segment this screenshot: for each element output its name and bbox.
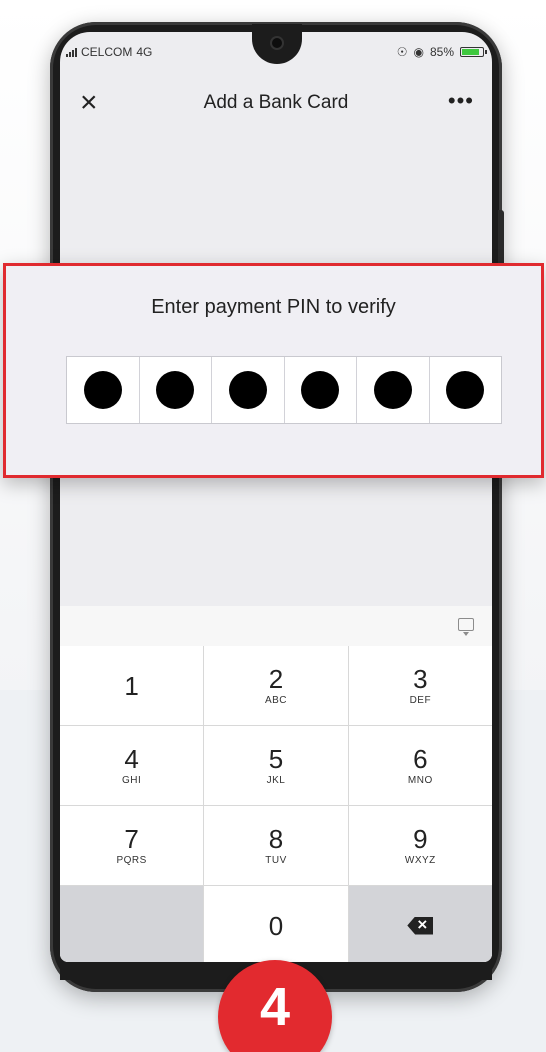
battery-percent: 85%	[429, 45, 454, 59]
key-2[interactable]: 2 ABC	[204, 646, 348, 725]
pin-verification-card: Enter payment PIN to verify	[3, 263, 544, 478]
key-1[interactable]: 1	[60, 646, 204, 725]
signal-bars-icon	[66, 47, 77, 57]
carrier-name: CELCOM	[81, 45, 133, 59]
key-6[interactable]: 6 MNO	[348, 726, 492, 805]
backspace-button[interactable]	[348, 886, 492, 962]
backspace-icon	[407, 916, 434, 935]
pin-dot	[446, 371, 485, 409]
key-3[interactable]: 3 DEF	[348, 646, 492, 725]
key-blank	[60, 886, 204, 962]
key-digit: 6	[413, 744, 428, 774]
key-4[interactable]: 4 GHI	[60, 726, 204, 805]
shield-icon: ◉	[413, 45, 424, 59]
nav-bar: × Add a Bank Card •••	[60, 80, 492, 126]
pin-digit-box	[357, 357, 430, 423]
pin-digit-box	[212, 357, 285, 423]
key-9[interactable]: 9 WXYZ	[348, 806, 492, 885]
key-7[interactable]: 7 PQRS	[60, 806, 204, 885]
location-icon: ☉	[396, 45, 408, 59]
phone-screen: CELCOM 4G ☉ ◉ 85% × Add a Bank Card ••• …	[60, 32, 492, 962]
key-0[interactable]: 0	[204, 886, 348, 962]
key-letters: PQRS	[116, 855, 147, 866]
key-letters: JKL	[266, 775, 286, 786]
key-digit: 0	[268, 910, 284, 941]
key-8[interactable]: 8 TUV	[204, 806, 348, 885]
key-letters: WXYZ	[404, 855, 436, 866]
key-digit: 1	[124, 670, 139, 701]
network-type: 4G	[136, 45, 153, 59]
key-letters: DEF	[409, 695, 432, 706]
battery-icon	[460, 47, 487, 57]
key-5[interactable]: 5 JKL	[204, 726, 348, 805]
pin-digit-box	[430, 357, 502, 423]
key-letters: ABC	[264, 695, 288, 706]
keypad-toolbar	[60, 606, 492, 646]
pin-dot	[373, 371, 412, 409]
key-digit: 8	[268, 824, 284, 854]
key-letters: TUV	[265, 855, 287, 866]
key-letters: MNO	[407, 775, 433, 786]
pin-prompt-title: Enter payment PIN to verify	[151, 296, 396, 318]
pin-dot	[83, 371, 122, 409]
key-digit: 7	[124, 824, 139, 854]
status-indicators: ☉ ◉ 85%	[396, 45, 487, 59]
numeric-keypad: 1 2 ABC 3 DEF 4 GHI 5 JKL 6 MNO 7 PQRS 8 TUV 9W…	[60, 646, 492, 962]
key-letters: GHI	[122, 775, 142, 786]
carrier-info: CELCOM 4G	[66, 45, 152, 59]
front-camera	[272, 38, 282, 48]
pin-dot	[156, 371, 195, 409]
keyboard-hide-icon[interactable]	[458, 618, 474, 636]
key-digit: 2	[268, 664, 284, 694]
pin-digit-box	[140, 357, 212, 423]
key-digit: 9	[413, 824, 428, 854]
more-options-icon[interactable]: •••	[448, 88, 474, 114]
page-title: Add a Bank Card	[203, 92, 349, 113]
pin-digit-box	[285, 357, 357, 423]
key-digit: 3	[413, 664, 428, 694]
pin-dot	[301, 371, 340, 409]
key-digit: 5	[268, 744, 284, 774]
pin-dot	[228, 371, 267, 409]
key-digit: 4	[124, 744, 139, 774]
pin-input[interactable]	[66, 356, 502, 424]
pin-digit-box	[67, 357, 140, 423]
